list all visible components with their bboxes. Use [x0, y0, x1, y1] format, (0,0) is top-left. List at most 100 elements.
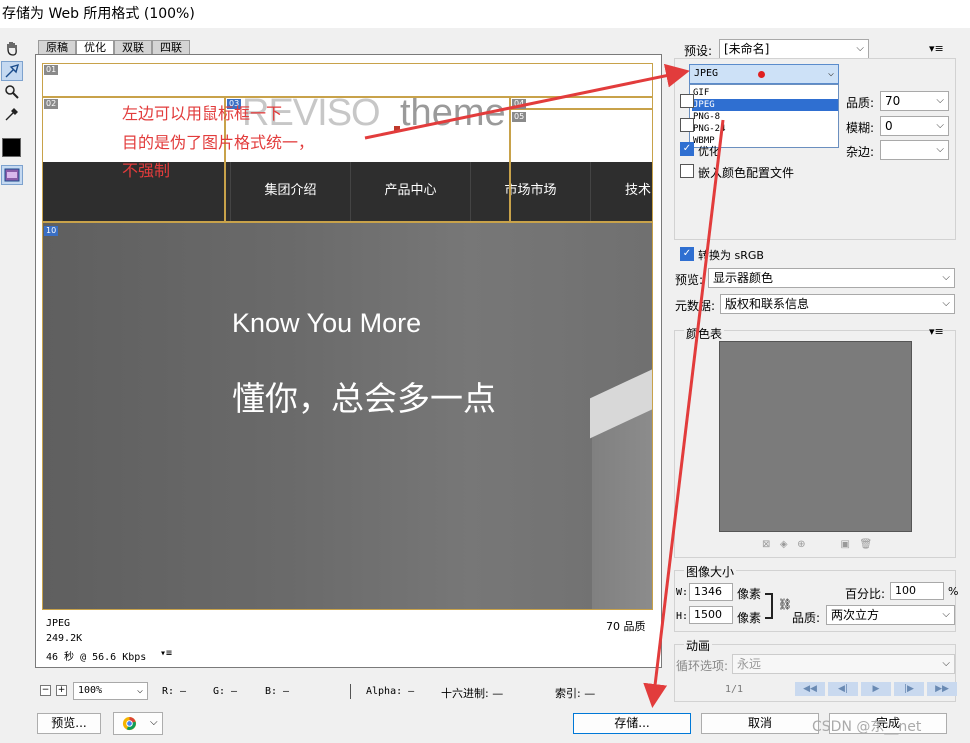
slice-tag: 01	[44, 65, 59, 75]
format-dropdown-list: GIF JPEG PNG-8 PNG-24 WBMP	[689, 84, 839, 148]
tab-2up[interactable]: 双联	[114, 40, 152, 55]
format-option-selected[interactable]: JPEG	[692, 99, 838, 111]
preset-value: [未命名]	[724, 42, 770, 56]
preview-color-label: 预览:	[675, 273, 704, 287]
slice-05[interactable]	[510, 109, 653, 222]
width-input[interactable]: 1346	[689, 583, 733, 601]
status-quality: 70 品质	[606, 620, 646, 633]
loop-value: 永远	[737, 657, 762, 671]
height-input[interactable]: 1500	[689, 606, 733, 624]
width-label: W:	[676, 587, 689, 598]
color-table-icons[interactable]: ⊠ ◈ ⊕ ▣ 🗑	[762, 539, 872, 550]
color-table-title: 颜色表	[684, 325, 725, 342]
divider	[350, 684, 351, 699]
height-label: H:	[676, 611, 689, 622]
animation-title: 动画	[684, 637, 713, 654]
chevron-down-icon: ⌵	[936, 120, 944, 131]
hand-tool-icon[interactable]	[1, 38, 23, 58]
panel-menu-icon[interactable]: ▾≡	[929, 42, 944, 55]
matte-select[interactable]: ⌵	[880, 140, 949, 160]
metadata-select[interactable]: 版权和联系信息 ⌵	[720, 294, 955, 314]
color-table-swatch-area[interactable]	[719, 341, 912, 532]
percent-unit: %	[948, 585, 959, 598]
b-readout: B: —	[265, 686, 290, 697]
browser-select[interactable]: ⌵	[113, 712, 163, 735]
loop-label: 循环选项:	[676, 659, 729, 673]
optimized-partial-checkbox[interactable]	[680, 118, 694, 132]
eyedropper-color-swatch[interactable]	[2, 138, 21, 157]
r-readout: R: —	[162, 686, 187, 697]
g-readout: G: —	[213, 686, 238, 697]
watermark: CSDN @东__net	[812, 719, 922, 735]
convert-srgb-checkbox[interactable]: ✓	[680, 247, 694, 261]
resample-select[interactable]: 两次立方 ⌵	[826, 605, 955, 625]
eyedropper-tool-icon[interactable]	[1, 104, 23, 124]
chevron-down-icon: ⌵	[936, 144, 944, 155]
alpha-readout: Alpha: —	[366, 686, 415, 697]
zoom-in-button[interactable]: +	[56, 685, 67, 696]
status-format: JPEG	[46, 618, 71, 629]
link-icon[interactable]: ⛓	[778, 598, 792, 611]
tab-original[interactable]: 原稿	[38, 40, 76, 55]
last-frame-button[interactable]: ▶▶	[927, 682, 957, 696]
chevron-down-icon: ⌵	[936, 95, 944, 106]
quality-label: 品质:	[846, 96, 875, 110]
width-unit: 像素	[737, 587, 762, 601]
convert-srgb-label: 转换为 sRGB	[698, 249, 764, 262]
optimized-checkbox[interactable]: ✓	[680, 142, 694, 156]
blur-value: 0	[885, 119, 893, 133]
play-button[interactable]: ▶	[861, 682, 891, 696]
chevron-down-icon: ⌵	[150, 717, 158, 728]
embed-profile-checkbox[interactable]	[680, 164, 694, 178]
annotation-line: 不强制	[122, 161, 171, 180]
tab-optimized[interactable]: 优化	[76, 40, 114, 55]
annotation-line: 左边可以用鼠标框一下	[122, 104, 283, 123]
preview-button[interactable]: 预览...	[37, 713, 101, 734]
quality-value: 70	[885, 94, 901, 108]
blur-select[interactable]: 0 ⌵	[880, 116, 949, 136]
slice-tag: 02	[44, 99, 59, 109]
tab-4up[interactable]: 四联	[152, 40, 190, 55]
blur-label: 模糊:	[846, 121, 875, 135]
preset-select[interactable]: [未命名] ⌵	[719, 39, 869, 59]
slice-select-tool-icon[interactable]	[1, 61, 23, 81]
format-value: JPEG	[694, 68, 719, 79]
loop-select[interactable]: 永远 ⌵	[732, 654, 955, 674]
metadata-value: 版权和联系信息	[725, 297, 810, 311]
progressive-checkbox[interactable]	[680, 94, 694, 108]
prev-frame-button[interactable]: ◀|	[828, 682, 858, 696]
slice-tag: 05	[512, 112, 527, 122]
format-option[interactable]: PNG-8	[692, 111, 838, 123]
cancel-button[interactable]: 取消	[701, 713, 819, 734]
save-button[interactable]: 存储...	[573, 713, 691, 734]
slice-10[interactable]	[42, 222, 653, 610]
zoom-out-button[interactable]: −	[40, 685, 51, 696]
first-frame-button[interactable]: ◀◀	[795, 682, 825, 696]
index-readout: 索引: —	[555, 687, 596, 700]
chevron-down-icon: ⌵	[827, 68, 834, 79]
status-menu-icon[interactable]: ▾≡	[160, 648, 172, 659]
percent-input[interactable]: 100	[890, 582, 944, 600]
chevron-down-icon: ⌵	[942, 272, 950, 283]
toggle-slices-icon[interactable]	[1, 165, 23, 185]
format-option[interactable]: PNG-24	[692, 123, 838, 135]
color-table-menu-icon[interactable]: ▾≡	[929, 325, 944, 338]
resample-label: 品质:	[792, 611, 821, 625]
quality-select[interactable]: 70 ⌵	[880, 91, 949, 111]
slice-04[interactable]	[510, 97, 653, 109]
percent-label: 百分比:	[845, 587, 886, 601]
window-title: 存储为 Web 所用格式 (100%)	[0, 0, 970, 28]
slice-01[interactable]	[42, 63, 653, 97]
chevron-down-icon: ⌵	[856, 43, 864, 54]
zoom-tool-icon[interactable]	[1, 82, 23, 102]
optimized-label: 优化	[698, 145, 720, 158]
preview-color-select[interactable]: 显示器颜色 ⌵	[708, 268, 955, 288]
slice-tag: 10	[44, 226, 59, 236]
format-select[interactable]: JPEG ⌵	[689, 64, 839, 84]
preset-label: 预设:	[684, 44, 713, 58]
matte-label: 杂边:	[846, 145, 875, 159]
next-frame-button[interactable]: |▶	[894, 682, 924, 696]
chevron-down-icon: ⌵	[136, 685, 143, 696]
zoom-select[interactable]: 100% ⌵	[73, 682, 148, 700]
format-option[interactable]: GIF	[692, 87, 838, 99]
